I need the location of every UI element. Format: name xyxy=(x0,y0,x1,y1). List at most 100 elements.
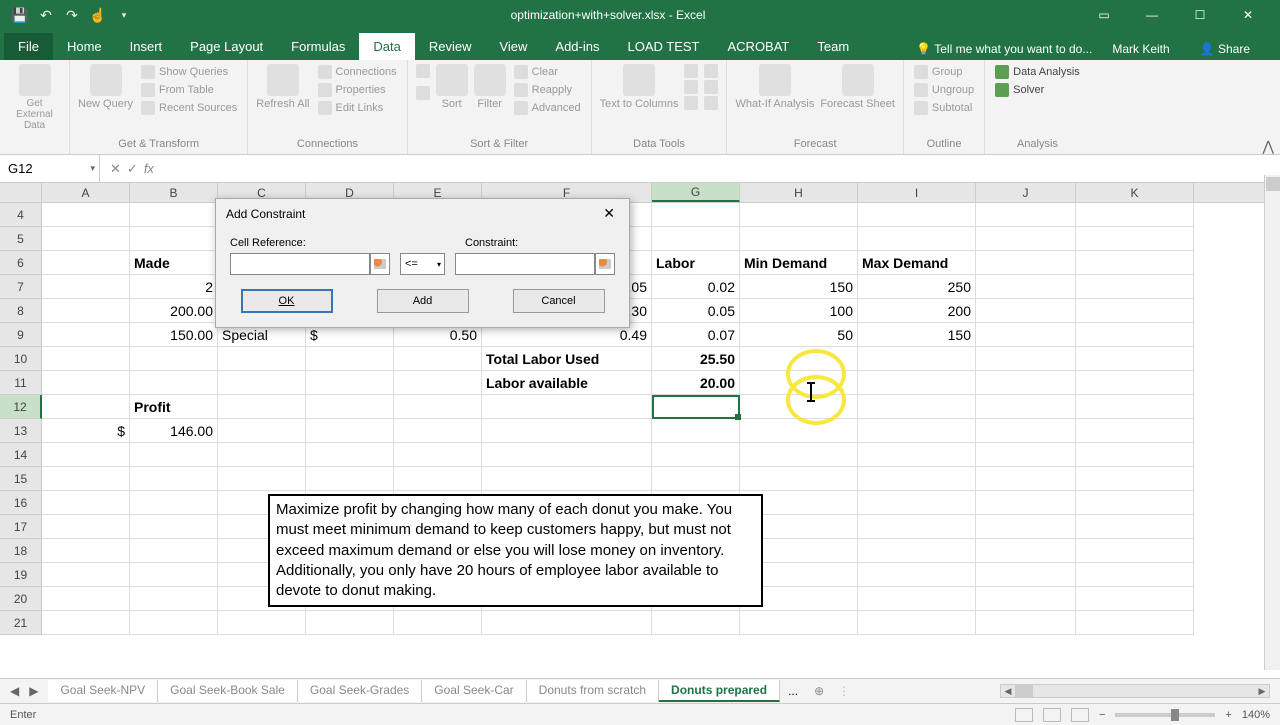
cell-C14[interactable] xyxy=(218,443,306,467)
cell-K6[interactable] xyxy=(1076,251,1194,275)
row-header-19[interactable]: 19 xyxy=(0,563,42,587)
flash-fill-icon[interactable] xyxy=(684,64,698,78)
cell-G6[interactable]: Labor xyxy=(652,251,740,275)
redo-icon[interactable]: ↷ xyxy=(64,7,80,23)
remove-dup-icon[interactable] xyxy=(684,80,698,94)
cell-J13[interactable] xyxy=(976,419,1076,443)
advanced-button[interactable]: Advanced xyxy=(512,100,583,116)
sheet-tab[interactable]: Donuts from scratch xyxy=(527,680,659,702)
tab-review[interactable]: Review xyxy=(415,33,486,60)
cell-G9[interactable]: 0.07 xyxy=(652,323,740,347)
cell-I6[interactable]: Max Demand xyxy=(858,251,976,275)
what-if-button[interactable]: What-If Analysis xyxy=(735,64,814,110)
cell-I19[interactable] xyxy=(858,563,976,587)
cell-I13[interactable] xyxy=(858,419,976,443)
select-all-corner[interactable] xyxy=(0,183,42,202)
row-header-5[interactable]: 5 xyxy=(0,227,42,251)
get-external-data-button[interactable]: Get External Data xyxy=(8,64,61,131)
column-header-B[interactable]: B xyxy=(130,183,218,202)
cell-E10[interactable] xyxy=(394,347,482,371)
cell-K13[interactable] xyxy=(1076,419,1194,443)
row-header-8[interactable]: 8 xyxy=(0,299,42,323)
refresh-all-button[interactable]: Refresh All xyxy=(256,64,309,110)
cell-J5[interactable] xyxy=(976,227,1076,251)
cell-C13[interactable] xyxy=(218,419,306,443)
row-header-12[interactable]: 12 xyxy=(0,395,42,419)
column-header-J[interactable]: J xyxy=(976,183,1076,202)
cell-B9[interactable]: 150.00 xyxy=(130,323,218,347)
cell-B17[interactable] xyxy=(130,515,218,539)
cell-G15[interactable] xyxy=(652,467,740,491)
cell-K16[interactable] xyxy=(1076,491,1194,515)
row-header-17[interactable]: 17 xyxy=(0,515,42,539)
cell-F14[interactable] xyxy=(482,443,652,467)
cell-F13[interactable] xyxy=(482,419,652,443)
cell-G7[interactable]: 0.02 xyxy=(652,275,740,299)
consolidate-icon[interactable] xyxy=(704,64,718,78)
tab-page-layout[interactable]: Page Layout xyxy=(176,33,277,60)
user-name[interactable]: Mark Keith xyxy=(1112,42,1169,56)
fx-icon[interactable]: fx xyxy=(144,161,154,177)
cell-E14[interactable] xyxy=(394,443,482,467)
data-analysis-button[interactable]: Data Analysis xyxy=(993,64,1082,80)
save-icon[interactable]: 💾 xyxy=(12,7,28,23)
cell-D21[interactable] xyxy=(306,611,394,635)
tab-formulas[interactable]: Formulas xyxy=(277,33,359,60)
group-button[interactable]: Group xyxy=(912,64,976,80)
cell-G8[interactable]: 0.05 xyxy=(652,299,740,323)
ungroup-button[interactable]: Ungroup xyxy=(912,82,976,98)
row-header-6[interactable]: 6 xyxy=(0,251,42,275)
row-header-7[interactable]: 7 xyxy=(0,275,42,299)
zoom-level[interactable]: 140% xyxy=(1242,709,1270,721)
data-validation-icon[interactable] xyxy=(684,96,698,110)
cell-B12[interactable]: Profit xyxy=(130,395,218,419)
cell-E12[interactable] xyxy=(394,395,482,419)
cell-A19[interactable] xyxy=(42,563,130,587)
vertical-scrollbar[interactable] xyxy=(1264,175,1280,670)
cell-I20[interactable] xyxy=(858,587,976,611)
text-to-columns-button[interactable]: Text to Columns xyxy=(600,64,679,110)
cell-H9[interactable]: 50 xyxy=(740,323,858,347)
reapply-button[interactable]: Reapply xyxy=(512,82,583,98)
data-model-icon[interactable] xyxy=(704,96,718,110)
cell-B18[interactable] xyxy=(130,539,218,563)
cell-A7[interactable] xyxy=(42,275,130,299)
cell-H5[interactable] xyxy=(740,227,858,251)
forecast-sheet-button[interactable]: Forecast Sheet xyxy=(820,64,895,110)
constraint-input[interactable] xyxy=(455,253,595,275)
from-table-button[interactable]: From Table xyxy=(139,82,239,98)
row-header-21[interactable]: 21 xyxy=(0,611,42,635)
tab-nav-right-icon[interactable]: ▶ xyxy=(29,684,38,698)
cell-A14[interactable] xyxy=(42,443,130,467)
cell-B7[interactable]: 2 xyxy=(130,275,218,299)
cell-G21[interactable] xyxy=(652,611,740,635)
edit-links-button[interactable]: Edit Links xyxy=(316,100,399,116)
sheet-tab[interactable]: Goal Seek-Book Sale xyxy=(158,680,298,702)
cell-B6[interactable]: Made xyxy=(130,251,218,275)
maximize-icon[interactable]: ☐ xyxy=(1180,5,1220,25)
normal-view-icon[interactable] xyxy=(1015,708,1033,722)
cell-E15[interactable] xyxy=(394,467,482,491)
cell-C15[interactable] xyxy=(218,467,306,491)
relationships-icon[interactable] xyxy=(704,80,718,94)
dialog-close-icon[interactable]: ✕ xyxy=(595,203,623,224)
sheet-tab[interactable]: Goal Seek-Car xyxy=(422,680,526,702)
cell-H10[interactable] xyxy=(740,347,858,371)
cell-A8[interactable] xyxy=(42,299,130,323)
cell-H14[interactable] xyxy=(740,443,858,467)
column-header-G[interactable]: G xyxy=(652,183,740,202)
minimize-icon[interactable]: — xyxy=(1132,5,1172,25)
zoom-out-icon[interactable]: − xyxy=(1099,709,1105,721)
sheet-tab[interactable]: Goal Seek-NPV xyxy=(48,680,158,702)
cell-J6[interactable] xyxy=(976,251,1076,275)
cell-G13[interactable] xyxy=(652,419,740,443)
cell-G12[interactable] xyxy=(652,395,740,419)
cell-K18[interactable] xyxy=(1076,539,1194,563)
ribbon-display-icon[interactable]: ▭ xyxy=(1084,5,1124,25)
cell-G14[interactable] xyxy=(652,443,740,467)
filter-button[interactable]: Filter xyxy=(474,64,506,110)
cell-F11[interactable]: Labor available xyxy=(482,371,652,395)
cell-K9[interactable] xyxy=(1076,323,1194,347)
cell-K15[interactable] xyxy=(1076,467,1194,491)
cell-E21[interactable] xyxy=(394,611,482,635)
